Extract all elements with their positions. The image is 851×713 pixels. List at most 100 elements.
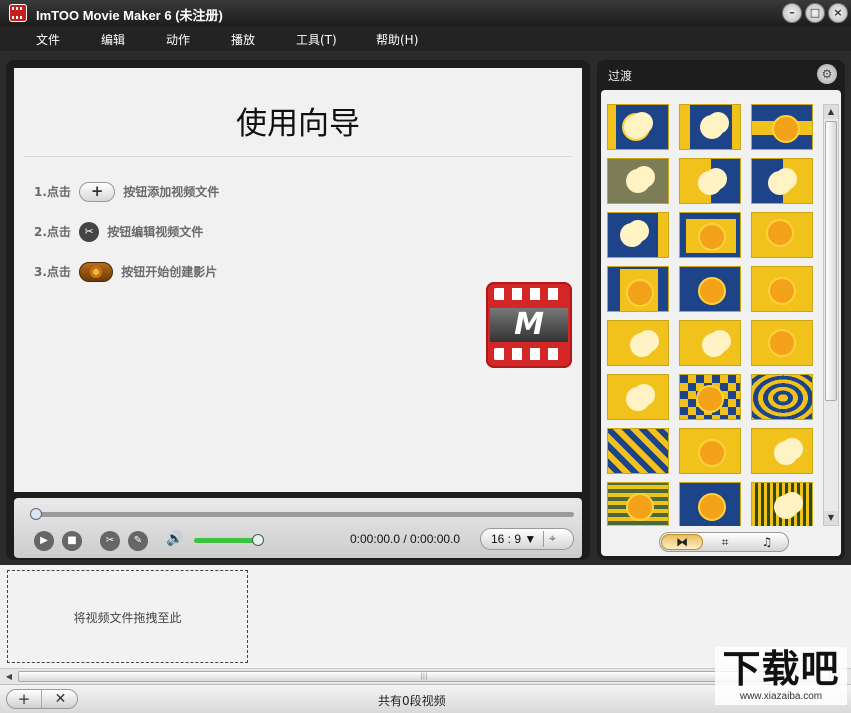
menu-help[interactable]: 帮助(H) bbox=[376, 31, 418, 48]
tab-transition[interactable]: ⧓ bbox=[661, 534, 703, 550]
transition-thumbnail[interactable] bbox=[607, 428, 669, 474]
moon-icon bbox=[626, 169, 650, 193]
transition-thumbnail[interactable] bbox=[607, 158, 669, 204]
clip-count: 共有0段视频 bbox=[378, 692, 446, 709]
scroll-down-icon[interactable]: ▼ bbox=[824, 511, 838, 525]
seek-handle[interactable] bbox=[30, 508, 42, 520]
moon-icon bbox=[774, 441, 798, 465]
cut-button[interactable]: ✂ bbox=[100, 531, 120, 551]
pattern bbox=[658, 213, 669, 258]
step-text: 按钮开始创建影片 bbox=[121, 261, 217, 283]
menu-play[interactable]: 播放 bbox=[231, 31, 255, 48]
transition-thumbnail[interactable] bbox=[751, 374, 813, 420]
logo-letter: M bbox=[486, 308, 572, 342]
transition-thumbnail[interactable] bbox=[679, 428, 741, 474]
stop-button[interactable]: ■ bbox=[62, 531, 82, 551]
scissors-icon: ✂ bbox=[79, 222, 99, 242]
fit-screen-icon[interactable]: ⌖ bbox=[549, 531, 556, 546]
transition-thumbnail[interactable] bbox=[607, 374, 669, 420]
menu-tools[interactable]: 工具(T) bbox=[296, 31, 337, 48]
transition-thumbnail[interactable] bbox=[751, 428, 813, 474]
watermark-logo: 下载吧 bbox=[715, 647, 847, 691]
menu-action[interactable]: 动作 bbox=[166, 31, 190, 48]
drop-hint: 将视频文件拖拽至此 bbox=[8, 609, 247, 626]
delete-clip-button[interactable]: ✕ bbox=[43, 690, 78, 708]
pattern bbox=[680, 105, 690, 150]
transition-thumbnail[interactable] bbox=[679, 320, 741, 366]
moon-icon bbox=[700, 115, 724, 139]
transition-thumbnail[interactable] bbox=[607, 212, 669, 258]
play-button[interactable]: ▶ bbox=[34, 531, 54, 551]
menu-edit[interactable]: 编辑 bbox=[101, 31, 125, 48]
transition-thumbnail[interactable] bbox=[607, 482, 669, 526]
gear-icon[interactable]: ⚙ bbox=[817, 64, 837, 84]
scroll-thumb[interactable]: ||| bbox=[18, 671, 830, 682]
volume-icon[interactable]: 🔊 bbox=[166, 531, 183, 547]
transition-thumbnail[interactable] bbox=[751, 212, 813, 258]
clip-button-group: + ✕ bbox=[6, 689, 78, 709]
maximize-button[interactable]: □ bbox=[805, 3, 825, 23]
scroll-left-icon[interactable]: ◀ bbox=[2, 670, 16, 683]
time-display: 0:00:00.0 / 0:00:00.0 bbox=[350, 532, 460, 546]
moon-icon bbox=[626, 387, 650, 411]
sun-icon bbox=[626, 493, 654, 521]
transition-grid bbox=[607, 104, 815, 526]
transition-thumbnail[interactable] bbox=[607, 266, 669, 312]
pattern bbox=[608, 429, 669, 474]
vertical-scrollbar[interactable]: ▲ ▼ bbox=[823, 104, 839, 526]
film-reel-icon bbox=[79, 262, 113, 282]
film-holes bbox=[494, 288, 564, 300]
step-prefix: 2.点击 bbox=[34, 221, 71, 243]
transition-thumbnail[interactable] bbox=[751, 158, 813, 204]
watermark: 下载吧 www.xiazaiba.com bbox=[715, 647, 847, 705]
transition-thumbnail[interactable] bbox=[751, 104, 813, 150]
aspect-ratio-value: 16 : 9 ▼ bbox=[491, 532, 536, 546]
transition-thumbnail[interactable] bbox=[607, 320, 669, 366]
transition-thumbnail[interactable] bbox=[751, 266, 813, 312]
sun-icon bbox=[698, 439, 726, 467]
volume-slider[interactable] bbox=[194, 538, 258, 543]
transition-thumbnail[interactable] bbox=[751, 320, 813, 366]
sun-icon bbox=[766, 219, 794, 247]
step-text: 按钮编辑视频文件 bbox=[107, 221, 203, 243]
guide-title: 使用向导 bbox=[14, 98, 582, 143]
transition-thumbnail[interactable] bbox=[679, 374, 741, 420]
moon-icon bbox=[624, 115, 648, 139]
scroll-thumb[interactable] bbox=[825, 121, 837, 401]
step-prefix: 1.点击 bbox=[34, 181, 71, 203]
transition-thumbnail[interactable] bbox=[679, 482, 741, 526]
close-button[interactable]: × bbox=[828, 3, 848, 23]
edit-button[interactable]: ✎ bbox=[128, 531, 148, 551]
drop-zone[interactable]: 将视频文件拖拽至此 bbox=[7, 570, 248, 663]
sun-icon bbox=[768, 277, 796, 305]
transition-thumbnail[interactable] bbox=[679, 158, 741, 204]
moon-icon bbox=[768, 171, 792, 195]
transition-thumbnail[interactable] bbox=[679, 212, 741, 258]
pattern bbox=[608, 105, 616, 150]
menu-file[interactable]: 文件 bbox=[36, 31, 60, 48]
add-clip-button[interactable]: + bbox=[7, 690, 42, 708]
aspect-ratio-select[interactable]: 16 : 9 ▼ ⌖ bbox=[480, 528, 574, 550]
transition-thumbnail[interactable] bbox=[679, 104, 741, 150]
guide-step-edit: 2.点击 ✂ 按钮编辑视频文件 bbox=[34, 220, 203, 242]
window-title: ImTOO Movie Maker 6 (未注册) bbox=[36, 5, 223, 24]
seek-bar[interactable] bbox=[34, 512, 574, 517]
tab-music[interactable]: ♫ bbox=[746, 534, 788, 550]
watermark-site: www.xiazaiba.com bbox=[715, 691, 847, 703]
minimize-button[interactable]: – bbox=[782, 3, 802, 23]
moon-icon bbox=[774, 495, 798, 519]
movie-maker-logo: M bbox=[486, 282, 572, 368]
moon-icon bbox=[698, 171, 722, 195]
transition-thumbnail[interactable] bbox=[751, 482, 813, 526]
volume-handle[interactable] bbox=[252, 534, 264, 546]
transition-thumbnail[interactable] bbox=[679, 266, 741, 312]
transition-thumbnail[interactable] bbox=[607, 104, 669, 150]
title-bar: ImTOO Movie Maker 6 (未注册) – □ × bbox=[0, 0, 851, 26]
scroll-up-icon[interactable]: ▲ bbox=[824, 105, 838, 119]
guide-step-add: 1.点击 + 按钮添加视频文件 bbox=[34, 180, 219, 202]
menu-bar: 文件 编辑 动作 播放 工具(T) 帮助(H) bbox=[0, 26, 851, 51]
divider bbox=[24, 156, 572, 157]
tab-crop[interactable]: ⌗ bbox=[704, 534, 746, 550]
sun-icon bbox=[698, 223, 726, 251]
moon-icon bbox=[702, 333, 726, 357]
